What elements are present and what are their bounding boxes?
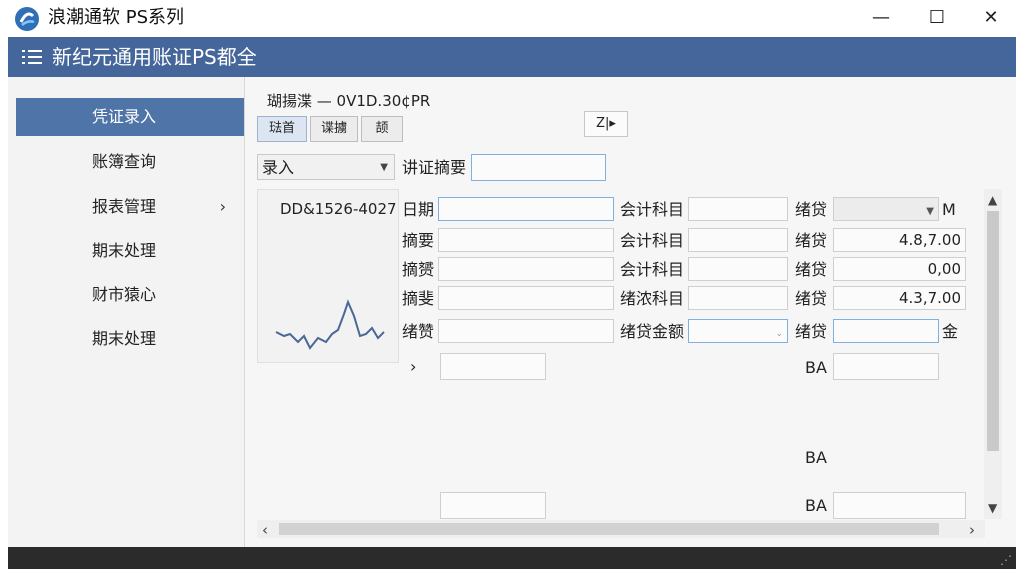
row-label: 摘要 bbox=[402, 231, 435, 250]
ba-label: BA bbox=[805, 448, 827, 467]
document-id: DD&1526-4027 bbox=[280, 200, 397, 218]
account-label: 会计科目 bbox=[620, 200, 685, 219]
account-input[interactable] bbox=[688, 286, 788, 310]
minimize-button[interactable]: — bbox=[858, 4, 904, 32]
trend-sparkline bbox=[275, 299, 385, 350]
extra-input[interactable] bbox=[440, 353, 546, 380]
voucher-preview-panel: DD&1526-4027 bbox=[257, 189, 399, 363]
amount-input[interactable] bbox=[833, 319, 939, 343]
account-input[interactable] bbox=[688, 197, 788, 221]
dc-label: 绪贷 bbox=[795, 322, 828, 341]
sidebar-item-label: 报表管理 bbox=[92, 197, 157, 216]
account-input[interactable] bbox=[688, 257, 788, 281]
summary-row-input[interactable] bbox=[438, 257, 614, 281]
sidebar-item-period-end-2[interactable]: 期末处理 bbox=[16, 320, 244, 358]
account-label: 绪贷金额 bbox=[620, 322, 685, 341]
ba-label: BA bbox=[805, 358, 827, 377]
window-title: 浪潮通软 PS系列 bbox=[48, 7, 185, 28]
dc-label: 绪贷 bbox=[795, 200, 828, 219]
tab-third[interactable]: 颉 bbox=[361, 116, 403, 142]
sidebar-item-finance-center[interactable]: 财市猿心 bbox=[16, 276, 244, 314]
sidebar-item-label: 账簿查询 bbox=[92, 152, 157, 171]
account-label: 会计科目 bbox=[620, 260, 685, 279]
row-label: 日期 bbox=[402, 200, 435, 219]
ba-input[interactable] bbox=[833, 492, 966, 519]
close-button[interactable]: ✕ bbox=[968, 4, 1014, 32]
window-titlebar: 浪潮通软 PS系列 — ☐ ✕ bbox=[0, 0, 1024, 37]
amount-dropdown[interactable]: ⌄ bbox=[688, 319, 788, 343]
sidebar: 凭证录入 账簿查询 报表管理 › 期末处理 财市猿心 期末处理 bbox=[8, 77, 245, 547]
scroll-right-icon[interactable]: › bbox=[969, 521, 975, 539]
tab-second[interactable]: 谍擄 bbox=[310, 116, 358, 142]
account-input[interactable] bbox=[688, 228, 788, 252]
mode-select-value: 录入 bbox=[262, 158, 295, 177]
summary-row-input[interactable] bbox=[438, 319, 614, 343]
row-label: 绪赞 bbox=[402, 322, 435, 341]
sidebar-item-label: 凭证录入 bbox=[92, 107, 157, 126]
ba-label: BA bbox=[805, 496, 827, 515]
sidebar-item-label: 期末处理 bbox=[92, 329, 157, 348]
amount-input[interactable]: 0,00 bbox=[833, 257, 966, 281]
account-label: 会计科目 bbox=[620, 231, 685, 250]
dc-dropdown[interactable]: ▼ bbox=[833, 197, 939, 221]
vertical-scrollbar[interactable]: ▲ ▼ bbox=[984, 189, 1002, 519]
expand-arrow-icon[interactable]: › bbox=[410, 355, 416, 379]
sidebar-item-period-end[interactable]: 期末处理 bbox=[16, 232, 244, 270]
app-header: 新纪元通用账证PS都全 bbox=[8, 37, 1016, 77]
chevron-down-icon: ⌄ bbox=[775, 329, 783, 339]
summary-input[interactable] bbox=[471, 154, 606, 181]
status-bar: ⋰ bbox=[8, 547, 1016, 569]
maximize-button[interactable]: ☐ bbox=[914, 4, 960, 32]
vertical-scroll-thumb[interactable] bbox=[987, 211, 999, 451]
summary-label: 讲证摘要 bbox=[402, 158, 467, 177]
horizontal-scrollbar[interactable]: ‹ › bbox=[257, 520, 985, 539]
header-title: 新纪元通用账证PS都全 bbox=[52, 45, 257, 69]
horizontal-scroll-thumb[interactable] bbox=[279, 523, 939, 535]
scroll-left-icon[interactable]: ‹ bbox=[262, 521, 268, 539]
menu-icon[interactable] bbox=[22, 49, 42, 65]
sidebar-item-voucher-entry[interactable]: 凭证录入 bbox=[16, 98, 244, 136]
voucher-subtitle: 瑚揚渫 — 0V1D.30¢PR bbox=[267, 92, 431, 110]
zoom-button[interactable]: Z|▸ bbox=[584, 111, 628, 137]
summary-row-input[interactable] bbox=[438, 286, 614, 310]
row-label: 摘斐 bbox=[402, 289, 435, 308]
dc-label: 绪贷 bbox=[795, 289, 828, 308]
chevron-right-icon: › bbox=[219, 197, 226, 216]
summary-row-input[interactable] bbox=[438, 228, 614, 252]
caret-down-icon: ▼ bbox=[380, 162, 388, 173]
scroll-up-icon[interactable]: ▲ bbox=[988, 193, 997, 207]
date-input[interactable] bbox=[438, 197, 614, 221]
sidebar-item-label: 期末处理 bbox=[92, 241, 157, 260]
amount-input[interactable]: 4.3,7.00 bbox=[833, 286, 966, 310]
app-logo-icon bbox=[15, 7, 39, 31]
row-suffix: 金 bbox=[942, 322, 959, 341]
mode-select[interactable]: 录入 ▼ bbox=[257, 154, 395, 180]
account-label: 绪浓科目 bbox=[620, 289, 685, 308]
row-suffix: M bbox=[942, 200, 956, 219]
extra-input[interactable] bbox=[440, 492, 546, 519]
caret-down-icon: ▼ bbox=[926, 206, 934, 217]
sidebar-item-report-management[interactable]: 报表管理 › bbox=[16, 188, 244, 226]
sidebar-item-ledger-query[interactable]: 账簿查询 bbox=[16, 143, 244, 181]
tab-first[interactable]: 琺首 bbox=[257, 116, 307, 142]
ba-input[interactable] bbox=[833, 353, 939, 380]
resize-grip-icon[interactable]: ⋰ bbox=[1000, 553, 1012, 567]
amount-input[interactable]: 4.8,7.00 bbox=[833, 228, 966, 252]
row-label: 摘赟 bbox=[402, 260, 435, 279]
scroll-down-icon[interactable]: ▼ bbox=[988, 501, 997, 515]
dc-label: 绪贷 bbox=[795, 260, 828, 279]
dc-label: 绪贷 bbox=[795, 231, 828, 250]
sidebar-item-label: 财市猿心 bbox=[92, 285, 157, 304]
